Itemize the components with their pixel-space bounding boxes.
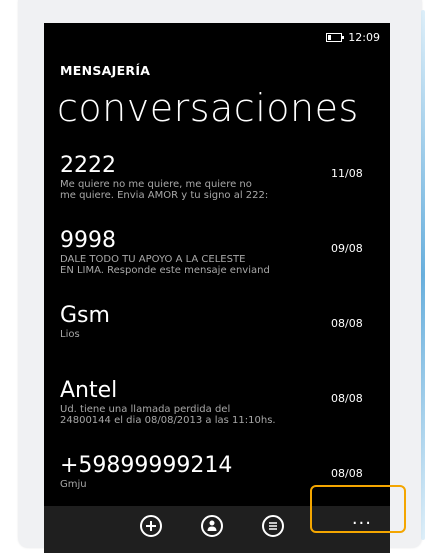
status-bar: 12:09 bbox=[326, 29, 380, 45]
conversation-preview: Lios bbox=[60, 329, 80, 340]
conversation-date: 09/08 bbox=[331, 242, 363, 255]
conversation-date: 11/08 bbox=[331, 167, 363, 180]
conversation-item[interactable]: 2222 Me quiere no me quiere, me quiere n… bbox=[60, 153, 390, 228]
conversation-item[interactable]: 9998 DALE TODO TU APOYO A LA CELESTE EN … bbox=[60, 228, 390, 303]
conversation-preview: Me quiere no me quiere, me quiere no me … bbox=[60, 179, 269, 201]
app-title: MENSAJERÍA bbox=[60, 63, 151, 78]
contact-icon[interactable] bbox=[201, 515, 223, 537]
add-icon[interactable] bbox=[140, 515, 162, 537]
conversation-item[interactable]: Gsm Lios 08/08 bbox=[60, 303, 390, 378]
battery-icon bbox=[326, 32, 345, 42]
conversation-list: 2222 Me quiere no me quiere, me quiere n… bbox=[60, 153, 390, 528]
conversation-preview: Ud. tiene una llamada perdida del 248001… bbox=[60, 404, 276, 426]
status-time: 12:09 bbox=[348, 30, 380, 44]
phone-screen: 12:09 MENSAJERÍA conversaciones 2222 Me … bbox=[44, 23, 390, 553]
select-list-icon[interactable] bbox=[262, 515, 284, 537]
pivot-title[interactable]: conversaciones bbox=[57, 86, 359, 130]
conversation-date: 08/08 bbox=[331, 392, 363, 405]
conversation-preview: DALE TODO TU APOYO A LA CELESTE EN LIMA.… bbox=[60, 254, 270, 276]
conversation-item[interactable]: Antel Ud. tiene una llamada perdida del … bbox=[60, 378, 390, 453]
conversation-date: 08/08 bbox=[331, 467, 363, 480]
conversation-date: 08/08 bbox=[331, 317, 363, 330]
highlight-box bbox=[310, 485, 406, 533]
